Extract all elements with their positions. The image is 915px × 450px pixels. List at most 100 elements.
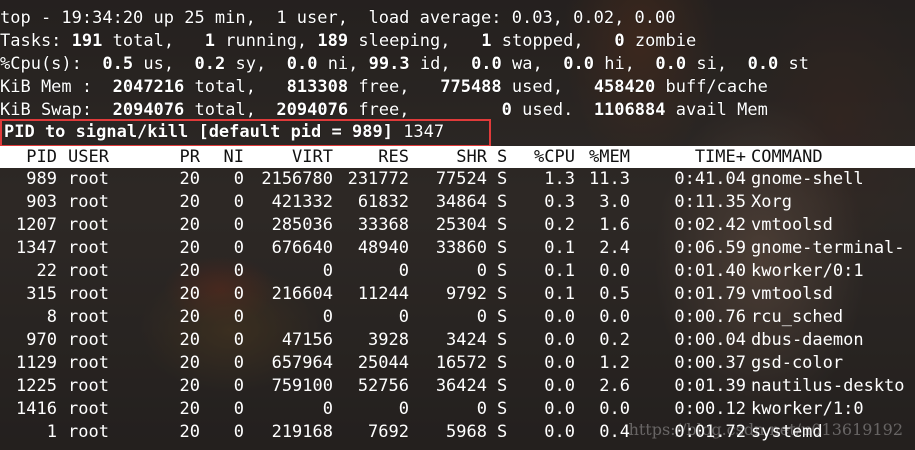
process-shr: 0 (476, 307, 487, 327)
process-state: S (497, 307, 508, 327)
process-user: root (68, 399, 109, 419)
process-virt: 0 (322, 307, 333, 327)
process-priority: 20 (179, 261, 200, 281)
process-virt: 0 (322, 399, 333, 419)
cpu-ni: 0.0 (286, 54, 318, 74)
process-priority: 20 (179, 376, 200, 396)
process-command: gnome-terminal- (751, 238, 905, 258)
process-cpu: 0.1 (544, 238, 575, 258)
process-row[interactable]: 903 root 20 0 421332 61832 34864 S 0.3 3.0 0:11.35… (0, 191, 915, 214)
mem-total: 2047216 (112, 77, 185, 97)
process-virt: 657964 (271, 353, 333, 373)
process-pid: 989 (26, 169, 57, 189)
process-pid: 1129 (16, 353, 57, 373)
process-time: 0:11.35 (674, 192, 746, 212)
cpu-st: 0.0 (747, 54, 779, 74)
col-pr: PR (179, 147, 200, 167)
col-res: RES (378, 147, 409, 167)
process-priority: 20 (179, 215, 200, 235)
process-res: 52756 (357, 376, 409, 396)
process-state: S (497, 330, 508, 350)
prompt-highlight-box (0, 119, 491, 147)
tasks-running: 1 (204, 31, 216, 51)
process-cpu: 0.0 (544, 330, 575, 350)
col-s: S (497, 147, 508, 167)
process-nice: 0 (233, 353, 244, 373)
cpu-si-text: si, (696, 54, 728, 74)
tasks-total: 191 (71, 31, 103, 51)
swap-avail: 1106884 (593, 100, 666, 120)
swap-total: 2094076 (112, 100, 185, 120)
process-row[interactable]: 315 root 20 0 216604 11244 9792 S 0.1 0.5 0:01.79 v… (0, 283, 915, 306)
process-nice: 0 (233, 238, 244, 258)
process-command: Xorg (751, 192, 792, 212)
process-pid: 1207 (16, 215, 57, 235)
cpu-wa: 0.0 (471, 54, 502, 74)
process-res: 11244 (357, 284, 409, 304)
process-virt: 421332 (271, 192, 333, 212)
cpu-label: %Cpu(s): (0, 54, 82, 74)
process-table-header: PID USER PR NI VIRT RES SHR S %CPU %MEM … (0, 146, 915, 168)
process-time: 0:01.40 (674, 261, 746, 281)
process-row[interactable]: 1129 root 20 0 657964 25044 16572 S 0.0 1.2 0:00.3… (0, 352, 915, 375)
col-virt: VIRT (292, 147, 333, 167)
process-row[interactable]: 1207 root 20 0 285036 33368 25304 S 0.2 1.6 0:02.4… (0, 214, 915, 237)
col-user: USER (68, 147, 109, 167)
process-priority: 20 (179, 353, 200, 373)
swap-avail-text: avail Mem (675, 100, 768, 120)
process-user: root (68, 261, 109, 281)
process-nice: 0 (233, 284, 244, 304)
process-mem: 0.2 (599, 330, 630, 350)
cpu-wa-text: wa, (512, 54, 543, 74)
process-row[interactable]: 989 root 20 0 2156780 231772 77524 S 1.3 11.3 0:41… (0, 168, 915, 191)
cpu-sy: 0.2 (194, 54, 226, 74)
process-res: 48940 (357, 238, 409, 258)
process-pid: 970 (26, 330, 57, 350)
cpu-id-text: id, (419, 54, 451, 74)
process-cpu: 0.0 (544, 399, 575, 419)
process-user: root (68, 330, 109, 350)
process-row[interactable]: 22 root 20 0 0 0 0 S 0.1 0.0 0:01.40 kworker/0:1 (0, 260, 915, 283)
col-ni: NI (223, 147, 244, 167)
process-res: 33368 (357, 215, 409, 235)
process-time: 0:41.04 (674, 169, 746, 189)
cpu-line: %Cpu(s): 0.5 us, 0.2 sy, 0.0 ni, 99.3 id… (0, 53, 809, 76)
tasks-total-text: total, (112, 31, 175, 51)
process-state: S (497, 353, 508, 373)
mem-used: 775488 (440, 77, 502, 97)
process-command: gnome-shell (751, 169, 864, 189)
process-res: 7692 (368, 422, 409, 442)
process-mem: 1.2 (599, 353, 630, 373)
process-shr: 77524 (435, 169, 487, 189)
process-mem: 0.5 (599, 284, 630, 304)
process-shr: 33860 (435, 238, 487, 258)
process-row[interactable]: 8 root 20 0 0 0 0 S 0.0 0.0 0:00.76 rcu_sched (0, 306, 915, 329)
process-row[interactable]: 1347 root 20 0 676640 48940 33860 S 0.1 2.4 0:06.5… (0, 237, 915, 260)
process-nice: 0 (233, 399, 244, 419)
tasks-running-text: running, (225, 31, 308, 51)
process-cpu: 0.0 (544, 422, 575, 442)
col-mem: %MEM (589, 147, 630, 167)
process-priority: 20 (179, 330, 200, 350)
process-row[interactable]: 1225 root 20 0 759100 52756 36424 S 0.0 2.6 0:01.3… (0, 375, 915, 398)
process-row[interactable]: 970 root 20 0 47156 3928 3424 S 0.0 0.2 0:00.04 dbu… (0, 329, 915, 352)
process-shr: 9792 (446, 284, 487, 304)
process-user: root (68, 353, 109, 373)
process-row[interactable]: 1416 root 20 0 0 0 0 S 0.0 0.0 0:00.12 kworker/1:0 (0, 398, 915, 421)
process-time: 0:00.04 (674, 330, 746, 350)
process-priority: 20 (179, 307, 200, 327)
process-command: dbus-daemon (751, 330, 864, 350)
process-command: nautilus-deskto (751, 376, 905, 396)
process-user: root (68, 422, 109, 442)
process-res: 0 (398, 399, 409, 419)
process-shr: 25304 (435, 215, 487, 235)
process-nice: 0 (233, 376, 244, 396)
process-res: 3928 (368, 330, 409, 350)
process-cpu: 1.3 (544, 169, 575, 189)
process-user: root (68, 376, 109, 396)
process-pid: 8 (46, 307, 57, 327)
process-virt: 676640 (271, 238, 333, 258)
cpu-hi-text: hi, (604, 54, 635, 74)
swap-total-text: total, (194, 100, 256, 120)
tasks-sleeping-text: sleeping, (358, 31, 451, 51)
